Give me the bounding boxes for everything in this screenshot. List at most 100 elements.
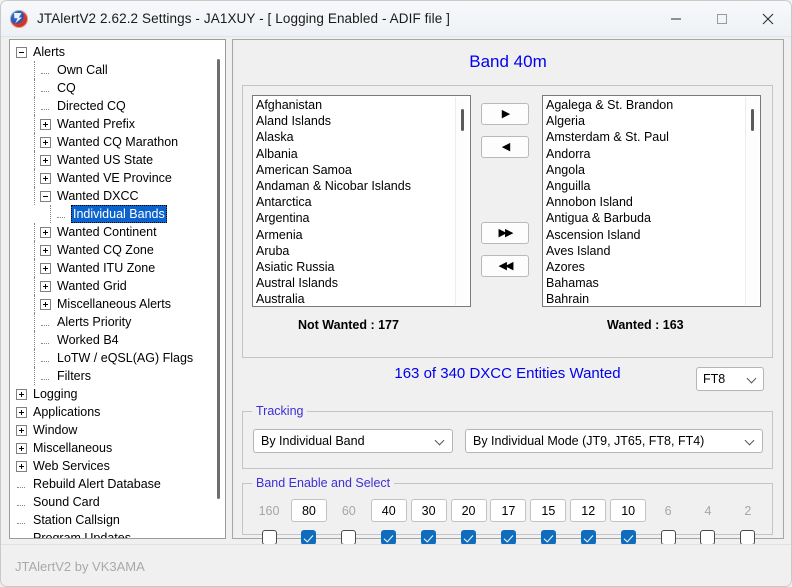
wanted-list-item[interactable]: Algeria <box>546 113 760 129</box>
band-tracking-dropdown[interactable]: By Individual Band <box>253 429 453 453</box>
not-wanted-list-item[interactable]: Austral Islands <box>256 275 470 291</box>
minimize-button[interactable] <box>653 1 699 36</box>
band-button-40m[interactable]: 40 <box>370 499 407 522</box>
wanted-list-item[interactable]: Bahamas <box>546 275 760 291</box>
close-button[interactable] <box>745 1 791 36</box>
tree-expand-icon[interactable] <box>16 406 27 418</box>
wanted-list-item[interactable]: Andorra <box>546 146 760 162</box>
sidebar-item-station-callsign[interactable]: Station Callsign <box>14 511 225 529</box>
band-checkbox-4m[interactable] <box>700 530 716 545</box>
sidebar-item-applications[interactable]: Applications <box>14 403 225 421</box>
not-wanted-list-item[interactable]: American Samoa <box>256 162 470 178</box>
sidebar-item-worked-b4[interactable]: Worked B4 <box>14 331 225 349</box>
tree-expand-icon[interactable] <box>40 136 51 148</box>
settings-tree[interactable]: Alerts Own Call CQ Directed CQ Wanted Prefix… <box>10 40 225 538</box>
band-button-20m[interactable]: 20 <box>450 499 487 522</box>
band-checkbox-20m[interactable] <box>461 530 477 545</box>
wanted-list-item[interactable]: Annobon Island <box>546 194 760 210</box>
sidebar-item-miscellaneous-alerts[interactable]: Miscellaneous Alerts <box>14 295 225 313</box>
move-right-button[interactable]: ▶ <box>481 103 529 125</box>
wanted-list-item[interactable]: Ascension Island <box>546 227 760 243</box>
move-all-left-button[interactable]: ◀◀ <box>481 255 529 277</box>
not-wanted-list-item[interactable]: Aland Islands <box>256 113 470 129</box>
tree-expand-icon[interactable] <box>40 262 51 274</box>
move-left-button[interactable]: ◀ <box>481 136 529 158</box>
mode-tracking-dropdown[interactable]: By Individual Mode (JT9, JT65, FT8, FT4) <box>465 429 763 453</box>
sidebar-item-window[interactable]: Window <box>14 421 225 439</box>
mode-dropdown[interactable]: FT8 <box>696 367 764 391</box>
not-wanted-list-item[interactable]: Australia <box>256 291 470 306</box>
tree-scrollbar[interactable] <box>213 41 224 537</box>
sidebar-item-wanted-grid[interactable]: Wanted Grid <box>14 277 225 295</box>
sidebar-item-program-updates[interactable]: Program Updates <box>14 529 225 538</box>
sidebar-item-alerts[interactable]: Alerts <box>14 43 225 61</box>
sidebar-item-wanted-ve-province[interactable]: Wanted VE Province <box>14 169 225 187</box>
wanted-list-item[interactable]: Antigua & Barbuda <box>546 210 760 226</box>
band-checkbox-12m[interactable] <box>580 530 596 545</box>
wanted-scrollbar-thumb[interactable] <box>751 109 754 131</box>
tree-expand-icon[interactable] <box>16 388 27 400</box>
not-wanted-list-item[interactable]: Asiatic Russia <box>256 259 470 275</box>
band-checkbox-30m[interactable] <box>421 530 437 545</box>
tree-expand-icon[interactable] <box>40 154 51 166</box>
band-checkbox-40m[interactable] <box>381 530 397 545</box>
wanted-list-item[interactable]: Azores <box>546 259 760 275</box>
tree-expand-icon[interactable] <box>40 298 51 310</box>
tree-scrollbar-thumb[interactable] <box>217 59 220 499</box>
sidebar-item-own-call[interactable]: Own Call <box>14 61 225 79</box>
tree-expand-icon[interactable] <box>16 442 27 454</box>
sidebar-item-wanted-cq-marathon[interactable]: Wanted CQ Marathon <box>14 133 225 151</box>
band-button-80m[interactable]: 80 <box>290 499 327 522</box>
not-wanted-list-item[interactable]: Afghanistan <box>256 97 470 113</box>
not-wanted-list[interactable]: Afghanistan Aland Islands Alaska Albania Ame… <box>252 95 471 307</box>
tree-collapse-icon[interactable] <box>16 46 27 58</box>
wanted-list-item[interactable]: Bahrain <box>546 291 760 306</box>
tree-expand-icon[interactable] <box>16 424 27 436</box>
sidebar-item-web-services[interactable]: Web Services <box>14 457 225 475</box>
wanted-list-item[interactable]: Anguilla <box>546 178 760 194</box>
sidebar-item-wanted-cq-zone[interactable]: Wanted CQ Zone <box>14 241 225 259</box>
wanted-list-item[interactable]: Amsterdam & St. Paul <box>546 129 760 145</box>
not-wanted-list-item[interactable]: Aruba <box>256 243 470 259</box>
move-all-right-button[interactable]: ▶▶ <box>481 222 529 244</box>
sidebar-item-directed-cq[interactable]: Directed CQ <box>14 97 225 115</box>
sidebar-item-wanted-dxcc[interactable]: Wanted DXCC <box>14 187 225 205</box>
wanted-list[interactable]: Agalega & St. Brandon Algeria Amsterdam & … <box>542 95 761 307</box>
tree-expand-icon[interactable] <box>16 460 27 472</box>
sidebar-item-filters[interactable]: Filters <box>14 367 225 385</box>
sidebar-item-cq[interactable]: CQ <box>14 79 225 97</box>
band-button-15m[interactable]: 15 <box>530 499 567 522</box>
sidebar-item-wanted-continent[interactable]: Wanted Continent <box>14 223 225 241</box>
band-button-10m[interactable]: 10 <box>610 499 647 522</box>
tree-collapse-icon[interactable] <box>40 190 51 202</box>
wanted-list-item[interactable]: Agalega & St. Brandon <box>546 97 760 113</box>
not-wanted-list-scrollbar[interactable] <box>455 97 469 305</box>
band-checkbox-80m[interactable] <box>301 530 317 545</box>
maximize-button[interactable] <box>699 1 745 36</box>
sidebar-item-individual-bands[interactable]: Individual Bands <box>14 205 225 223</box>
wanted-list-item[interactable]: Aves Island <box>546 243 760 259</box>
sidebar-item-alerts-priority[interactable]: Alerts Priority <box>14 313 225 331</box>
band-checkbox-17m[interactable] <box>500 530 516 545</box>
not-wanted-list-item[interactable]: Albania <box>256 146 470 162</box>
tree-expand-icon[interactable] <box>40 118 51 130</box>
sidebar-item-wanted-itu-zone[interactable]: Wanted ITU Zone <box>14 259 225 277</box>
tree-expand-icon[interactable] <box>40 244 51 256</box>
tree-expand-icon[interactable] <box>40 226 51 238</box>
not-wanted-list-item[interactable]: Alaska <box>256 129 470 145</box>
not-wanted-scrollbar-thumb[interactable] <box>461 109 464 131</box>
not-wanted-list-item[interactable]: Andaman & Nicobar Islands <box>256 178 470 194</box>
band-button-12m[interactable]: 12 <box>570 499 607 522</box>
wanted-list-scrollbar[interactable] <box>745 97 759 305</box>
tree-expand-icon[interactable] <box>40 280 51 292</box>
sidebar-item-rebuild-alert-database[interactable]: Rebuild Alert Database <box>14 475 225 493</box>
sidebar-item-miscellaneous[interactable]: Miscellaneous <box>14 439 225 457</box>
band-checkbox-60m[interactable] <box>341 530 357 545</box>
band-checkbox-160m[interactable] <box>261 530 277 545</box>
sidebar-item-wanted-us-state[interactable]: Wanted US State <box>14 151 225 169</box>
band-button-17m[interactable]: 17 <box>490 499 527 522</box>
wanted-list-item[interactable]: Angola <box>546 162 760 178</box>
band-checkbox-10m[interactable] <box>620 530 636 545</box>
band-button-30m[interactable]: 30 <box>410 499 447 522</box>
band-checkbox-6m[interactable] <box>660 530 676 545</box>
